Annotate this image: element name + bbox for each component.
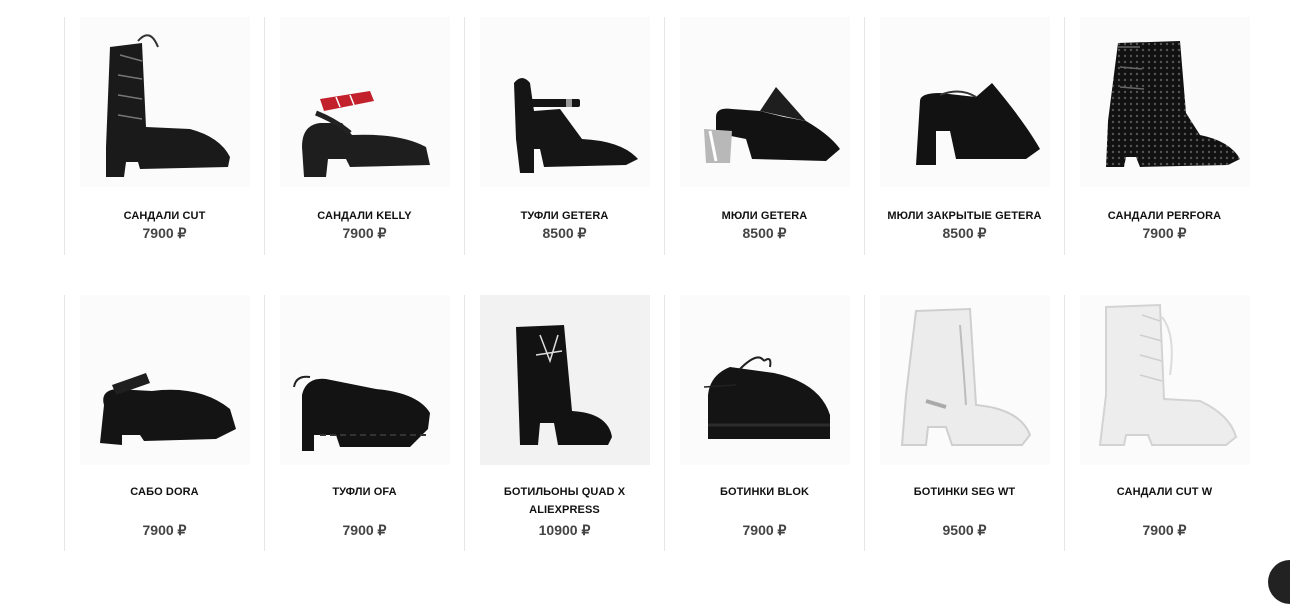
product-name[interactable]: САБО DORA	[73, 483, 256, 501]
product-card[interactable]: БОТИНКИ SEG WT 9500 ₽	[864, 295, 1064, 551]
product-price: 8500 ₽	[942, 225, 987, 241]
product-name[interactable]: ТУФЛИ OFA	[273, 483, 456, 501]
product-price: 7900 ₽	[342, 225, 387, 241]
product-row: САНДАЛИ CUT 7900 ₽ САНДАЛИ KELLY 7900 ₽	[64, 17, 1264, 255]
product-price: 7900 ₽	[742, 522, 787, 538]
product-price: 7900 ₽	[142, 225, 187, 241]
product-name[interactable]: МЮЛИ GETERA	[673, 207, 856, 225]
product-price: 7900 ₽	[1142, 225, 1187, 241]
product-card[interactable]: САБО DORA 7900 ₽	[64, 295, 264, 551]
ankle-strap-pump-icon[interactable]	[480, 17, 650, 187]
lace-up-sandal-black-icon[interactable]	[80, 17, 250, 187]
product-row: САБО DORA 7900 ₽ ТУФЛИ OFA 7900 ₽ БОТИЛЬ…	[64, 295, 1264, 551]
lace-up-sandal-white-icon[interactable]	[1080, 295, 1250, 465]
product-card[interactable]: БОТИНКИ BLOK 7900 ₽	[664, 295, 864, 551]
product-price: 7900 ₽	[142, 522, 187, 538]
product-card[interactable]: САНДАЛИ CUT 7900 ₽	[64, 17, 264, 255]
product-price: 9500 ₽	[942, 522, 987, 538]
product-name[interactable]: САНДАЛИ CUT	[73, 207, 256, 225]
platform-shoe-icon[interactable]	[280, 295, 450, 465]
product-card[interactable]: БОТИЛЬОНЫ QUAD X ALIEXPRESS 10900 ₽	[464, 295, 664, 551]
product-name[interactable]: ТУФЛИ GETERA	[473, 207, 656, 225]
product-name[interactable]: САНДАЛИ CUT W	[1073, 483, 1256, 501]
product-card[interactable]: ТУФЛИ OFA 7900 ₽	[264, 295, 464, 551]
product-card[interactable]: ТУФЛИ GETERA 8500 ₽	[464, 17, 664, 255]
closed-mule-icon[interactable]	[880, 17, 1050, 187]
transparent-boot-icon[interactable]	[880, 295, 1050, 465]
product-name[interactable]: БОТИЛЬОНЫ QUAD X ALIEXPRESS	[473, 483, 656, 519]
chat-widget-button[interactable]	[1268, 560, 1290, 604]
product-price: 7900 ₽	[1142, 522, 1187, 538]
perforated-sandal-icon[interactable]	[1080, 17, 1250, 187]
product-price: 8500 ₽	[542, 225, 587, 241]
product-name[interactable]: САНДАЛИ PERFORA	[1073, 207, 1256, 225]
product-card[interactable]: САНДАЛИ PERFORA 7900 ₽	[1064, 17, 1264, 255]
clog-icon[interactable]	[80, 295, 250, 465]
product-card[interactable]: МЮЛИ ЗАКРЫТЫЕ GETERA 8500 ₽	[864, 17, 1064, 255]
product-price: 10900 ₽	[538, 522, 591, 538]
product-price: 8500 ₽	[742, 225, 787, 241]
mule-metal-heel-icon[interactable]	[680, 17, 850, 187]
product-card[interactable]: САНДАЛИ KELLY 7900 ₽	[264, 17, 464, 255]
product-name[interactable]: БОТИНКИ SEG WT	[873, 483, 1056, 501]
strap-sandal-red-icon[interactable]	[280, 17, 450, 187]
product-price: 7900 ₽	[342, 522, 387, 538]
product-name[interactable]: БОТИНКИ BLOK	[673, 483, 856, 501]
product-name[interactable]: МЮЛИ ЗАКРЫТЫЕ GETERA	[873, 207, 1056, 225]
product-card[interactable]: МЮЛИ GETERA 8500 ₽	[664, 17, 864, 255]
product-grid: САНДАЛИ CUT 7900 ₽ САНДАЛИ KELLY 7900 ₽	[64, 17, 1264, 551]
platform-oxford-icon[interactable]	[680, 295, 850, 465]
ankle-boot-icon[interactable]	[480, 295, 650, 465]
product-name[interactable]: САНДАЛИ KELLY	[273, 207, 456, 225]
product-card[interactable]: САНДАЛИ CUT W 7900 ₽	[1064, 295, 1264, 551]
